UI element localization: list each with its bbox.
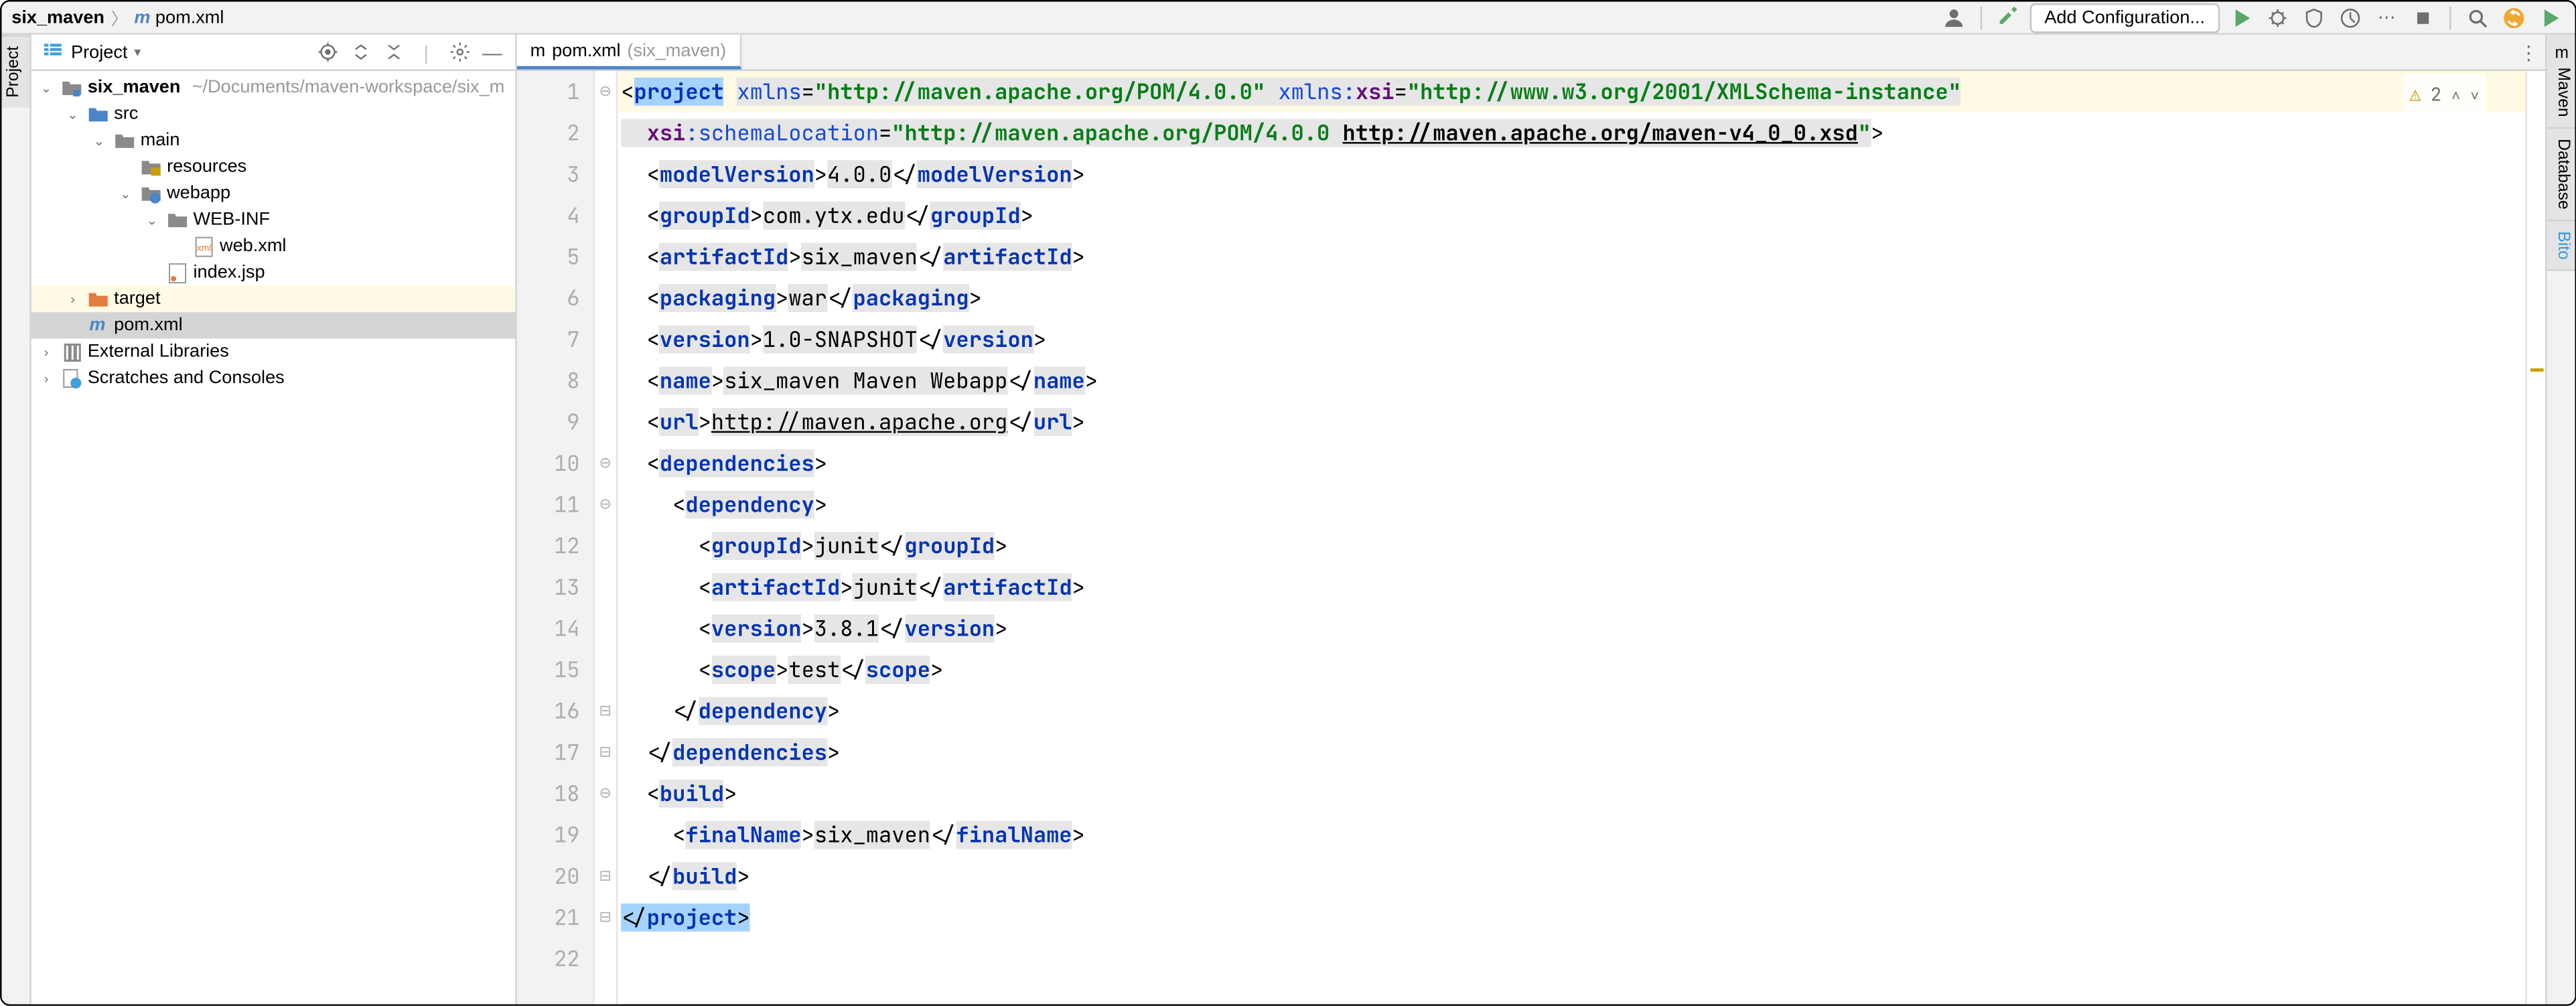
folder-tgt-icon <box>86 287 109 311</box>
module-icon <box>60 76 83 99</box>
rail-tab-database[interactable]: Database <box>2547 129 2575 221</box>
scratch-icon <box>60 366 83 390</box>
divider <box>2449 6 2451 29</box>
folder-web-icon <box>139 182 162 205</box>
chevron-down-icon[interactable]: ▾ <box>134 45 141 60</box>
debug-icon[interactable] <box>2263 3 2292 32</box>
lib-icon <box>60 340 83 364</box>
run-anything-icon[interactable] <box>2535 3 2565 32</box>
project-view-icon <box>42 38 65 66</box>
error-stripe[interactable] <box>2526 71 2546 1004</box>
tree-node[interactable]: xmlweb.xml <box>31 233 516 259</box>
tree-node[interactable]: ⌄main <box>31 127 516 153</box>
expand-all-icon[interactable] <box>347 39 373 65</box>
tree-node[interactable]: index.jsp <box>31 259 516 285</box>
xml-icon: xml <box>192 234 215 258</box>
code-editor[interactable]: 12345678910111213141516171819202122 ⊖⊖⊖⊟… <box>517 71 2545 1004</box>
fold-gutter[interactable]: ⊖⊖⊖⊟⊟⊖⊟⊟ <box>595 71 618 1004</box>
editor-area: m pom.xml (six_maven) ⋮ 1234567891011121… <box>517 35 2545 1005</box>
jsp-icon <box>165 261 189 285</box>
navigation-bar: six_maven〉mpom.xml Add Configuration... … <box>1 1 2575 34</box>
tree-node[interactable]: ›Scratches and Consoles <box>31 365 516 391</box>
breadcrumb-item[interactable]: mpom.xml <box>134 7 224 27</box>
locate-icon[interactable] <box>314 39 340 65</box>
divider <box>1980 6 1981 29</box>
tree-node[interactable]: ⌄webapp <box>31 180 516 206</box>
breadcrumb-separator: 〉 <box>111 5 128 29</box>
project-title[interactable]: Project <box>71 42 127 62</box>
warning-icon: ⚠ <box>2410 76 2421 117</box>
breadcrumb-item[interactable]: six_maven <box>11 7 104 27</box>
tree-node[interactable]: ›target <box>31 286 516 312</box>
maven-file-icon: m <box>530 40 546 60</box>
sync-icon[interactable] <box>2499 3 2528 32</box>
right-tool-rail: m MavenDatabaseBito <box>2545 35 2575 1005</box>
tab-pom-xml[interactable]: m pom.xml (six_maven) <box>517 35 741 70</box>
tree-node[interactable]: ⌄six_maven~/Documents/maven-workspace/si… <box>31 74 516 100</box>
chevron-down-icon[interactable]: ˅ <box>2470 76 2479 117</box>
rail-tab-project[interactable]: Project <box>1 35 29 108</box>
inspections-widget[interactable]: ⚠ 2 ˄ ˅ <box>2403 74 2486 119</box>
folder-src-icon <box>86 102 109 126</box>
code-content[interactable]: <project xmlns="http://maven.apache.org/… <box>618 71 2525 1004</box>
folder-icon <box>113 129 136 152</box>
coverage-icon[interactable] <box>2299 3 2329 32</box>
stop-icon[interactable] <box>2408 3 2437 32</box>
project-tree[interactable]: ⌄six_maven~/Documents/maven-workspace/si… <box>31 71 516 1004</box>
folder-res-icon <box>139 155 162 179</box>
rail-tab-maven[interactable]: m Maven <box>2547 35 2575 129</box>
m-icon: m <box>86 314 109 338</box>
attach-icon[interactable]: ⋯ <box>2372 3 2401 32</box>
chevron-up-icon[interactable]: ˄ <box>2451 76 2460 117</box>
tree-node[interactable]: mpom.xml <box>31 312 516 338</box>
line-number-gutter[interactable]: 12345678910111213141516171819202122 <box>517 71 595 1004</box>
tree-node[interactable]: resources <box>31 153 516 179</box>
add-configuration-button[interactable]: Add Configuration... <box>2029 3 2220 32</box>
folder-icon <box>165 208 189 232</box>
tree-node[interactable]: ⌄WEB-INF <box>31 206 516 232</box>
tree-node[interactable]: ⌄src <box>31 100 516 127</box>
left-tool-rail: Project <box>1 35 31 1005</box>
hammer-icon[interactable] <box>1993 3 2023 32</box>
editor-tabs: m pom.xml (six_maven) ⋮ <box>517 35 2545 71</box>
collapse-all-icon[interactable] <box>380 39 406 65</box>
tab-menu-icon[interactable]: ⋮ <box>2512 35 2545 70</box>
profiler-icon[interactable] <box>2336 3 2365 32</box>
tree-node[interactable]: ›External Libraries <box>31 339 516 365</box>
project-header: Project ▾ | — <box>31 35 516 71</box>
breadcrumbs: six_maven 〉 mpom.xml <box>11 5 224 29</box>
svg-text:xml: xml <box>196 241 210 252</box>
project-tool-window: Project ▾ | — ⌄six_maven~/Documents/mave… <box>31 35 517 1005</box>
run-icon[interactable] <box>2226 3 2256 32</box>
rail-tab-bito[interactable]: Bito <box>2547 220 2575 271</box>
hide-icon[interactable]: — <box>479 39 505 65</box>
search-icon[interactable] <box>2463 3 2492 32</box>
divider: | <box>413 39 439 65</box>
gear-icon[interactable] <box>446 39 472 65</box>
user-icon[interactable] <box>1939 3 1969 32</box>
